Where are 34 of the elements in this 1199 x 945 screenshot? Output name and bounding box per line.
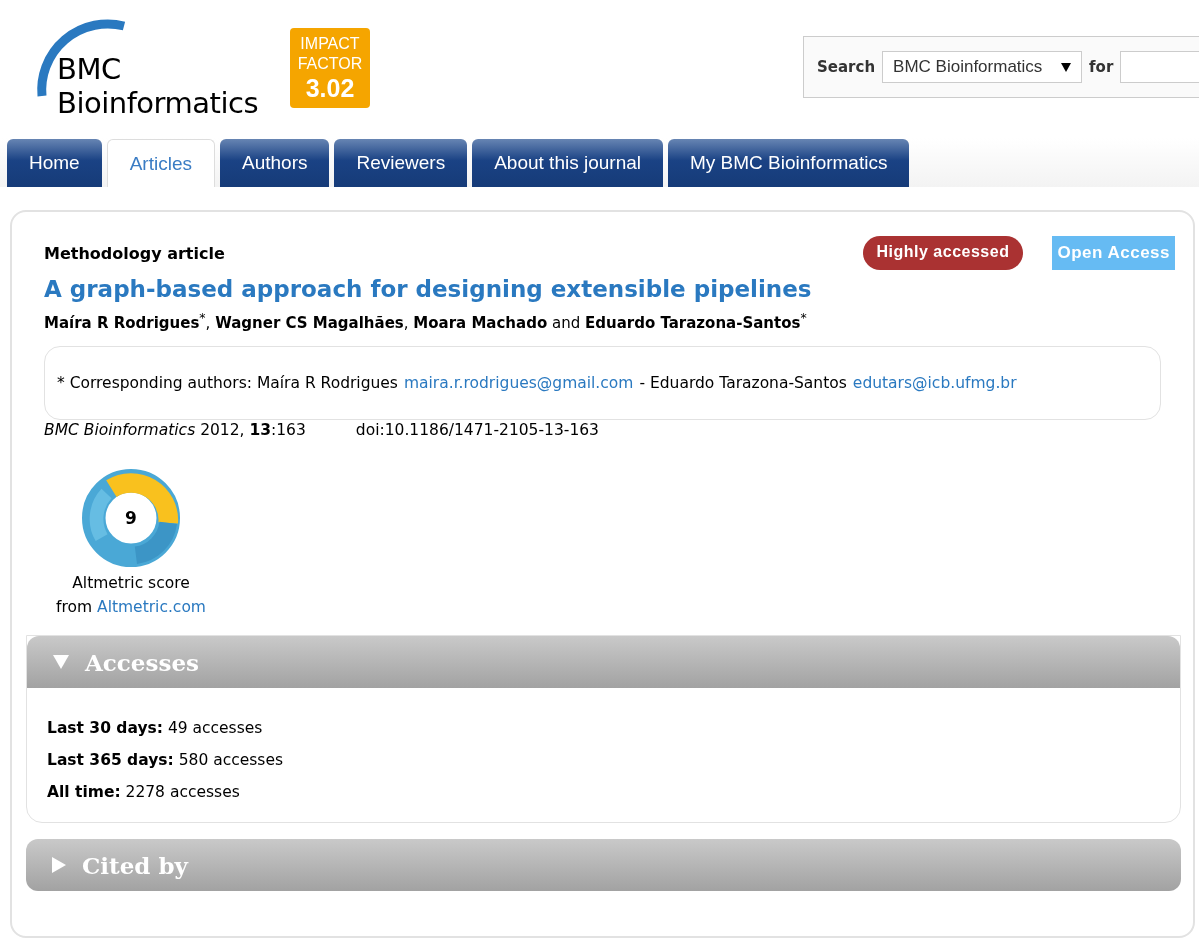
- impact-factor-badge: IMPACT FACTOR 3.02: [290, 28, 370, 108]
- citation: BMC Bioinformatics 2012, 13:163: [44, 421, 306, 439]
- expand-icon: [52, 857, 66, 873]
- logo-text: BMC: [57, 52, 122, 86]
- author-list: Maíra R Rodrigues$^{*}$, Wagner CS Magalhães, Moara Machado and Eduardo Tarazona-Santos$^{*}$: [44, 310, 1179, 332]
- nav-tab[interactable]: Articles: [106, 139, 215, 187]
- nav-tab[interactable]: About this journal: [472, 139, 663, 187]
- altmetric-badge[interactable]: 9: [82, 469, 180, 567]
- article-type: Methodology article: [44, 243, 225, 263]
- highly-accessed-badge: Highly accessed: [862, 236, 1024, 270]
- open-access-badge: Open Access: [1052, 236, 1175, 270]
- correspondence-text: - Eduardo Tarazona-Santos: [639, 374, 847, 392]
- access-stat: Last 365 days: 580 accesses: [47, 750, 284, 771]
- nav-tab[interactable]: Authors: [220, 139, 330, 187]
- nav-tab[interactable]: My BMC Bioinformatics: [668, 139, 910, 187]
- correspondence-text: * Corresponding authors: Maíra R Rodrigues: [57, 374, 398, 392]
- scope-dropdown[interactable]: BMC Bioinformatics: [882, 51, 1083, 83]
- search-field[interactable]: [1120, 51, 1199, 83]
- doi: doi:10.1186/1471-2105-13-163: [355, 421, 599, 439]
- access-stat: Last 30 days: 49 accesses: [47, 718, 264, 739]
- nav-tab[interactable]: Home: [7, 139, 102, 187]
- collapse-icon: [53, 655, 69, 669]
- email-link[interactable]: edutars@icb.ufmg.br: [852, 374, 1017, 392]
- altmetric-caption: Altmetric score: [72, 573, 190, 594]
- nav-tab[interactable]: Reviewers: [334, 139, 468, 187]
- access-stat: All time: 2278 accesses: [47, 782, 241, 803]
- caret-icon: [1061, 62, 1072, 72]
- search-label: Search: [817, 58, 876, 76]
- from-text: from: [56, 598, 93, 616]
- email-link[interactable]: maira.r.rodrigues@gmail.com: [403, 374, 634, 392]
- logo-text: Bioinformatics: [57, 86, 258, 120]
- for-label: for: [1089, 58, 1114, 76]
- altmetric-link[interactable]: Altmetric.com: [97, 598, 206, 616]
- article-title[interactable]: A graph-based approach for designing extensible pipelines: [44, 276, 1179, 302]
